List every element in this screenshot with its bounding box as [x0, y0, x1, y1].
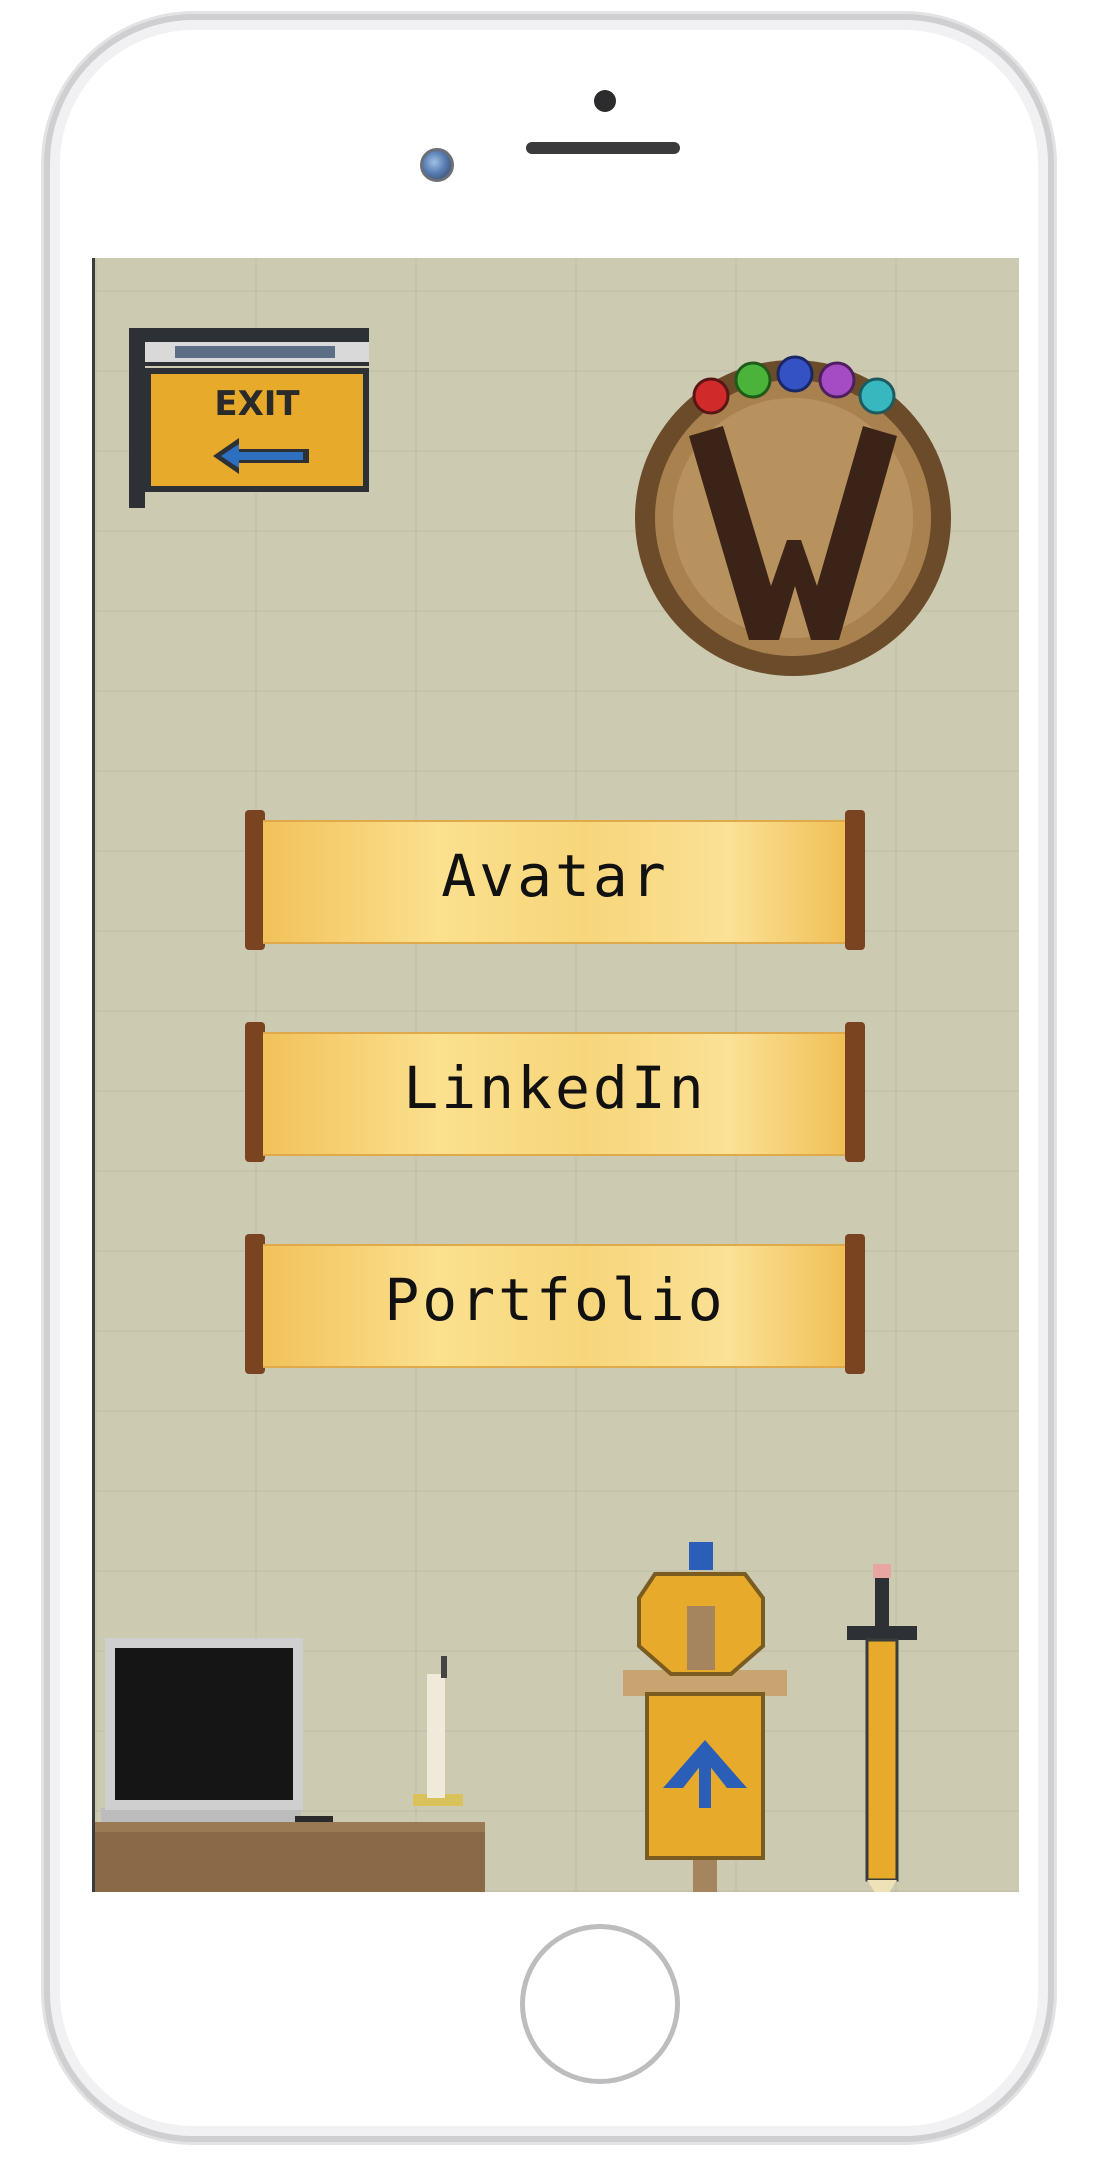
- sign-bar: [129, 328, 369, 342]
- exit-sign-button[interactable]: EXIT: [129, 328, 369, 508]
- avatar-button[interactable]: Avatar: [245, 810, 865, 950]
- portfolio-button[interactable]: Portfolio: [245, 1234, 865, 1374]
- proximity-sensor: [594, 90, 616, 112]
- app-screen: EXIT Avatar LinkedIn Portfolio: [92, 258, 1019, 1892]
- front-camera: [420, 148, 454, 182]
- home-button[interactable]: [520, 1924, 680, 2084]
- exit-label: EXIT: [214, 384, 300, 424]
- exit-sign-icon: EXIT: [145, 368, 369, 492]
- w-logo-icon: [635, 355, 951, 676]
- portfolio-label: Portfolio: [384, 1266, 726, 1334]
- left-arrow-icon: [213, 438, 309, 474]
- laptop-icon: [101, 1638, 333, 1826]
- sword-pencil-icon: [847, 1564, 917, 1892]
- earpiece-speaker: [526, 142, 680, 154]
- armor-stand-icon: [623, 1542, 787, 1892]
- linkedin-label: LinkedIn: [403, 1054, 707, 1122]
- desk-icon: [95, 1822, 485, 1892]
- sign-post: [129, 328, 145, 508]
- candle-icon: [413, 1656, 463, 1806]
- avatar-label: Avatar: [441, 842, 669, 910]
- sign-rail: [145, 342, 369, 366]
- linkedin-button[interactable]: LinkedIn: [245, 1022, 865, 1162]
- room-scene: [95, 1542, 917, 1892]
